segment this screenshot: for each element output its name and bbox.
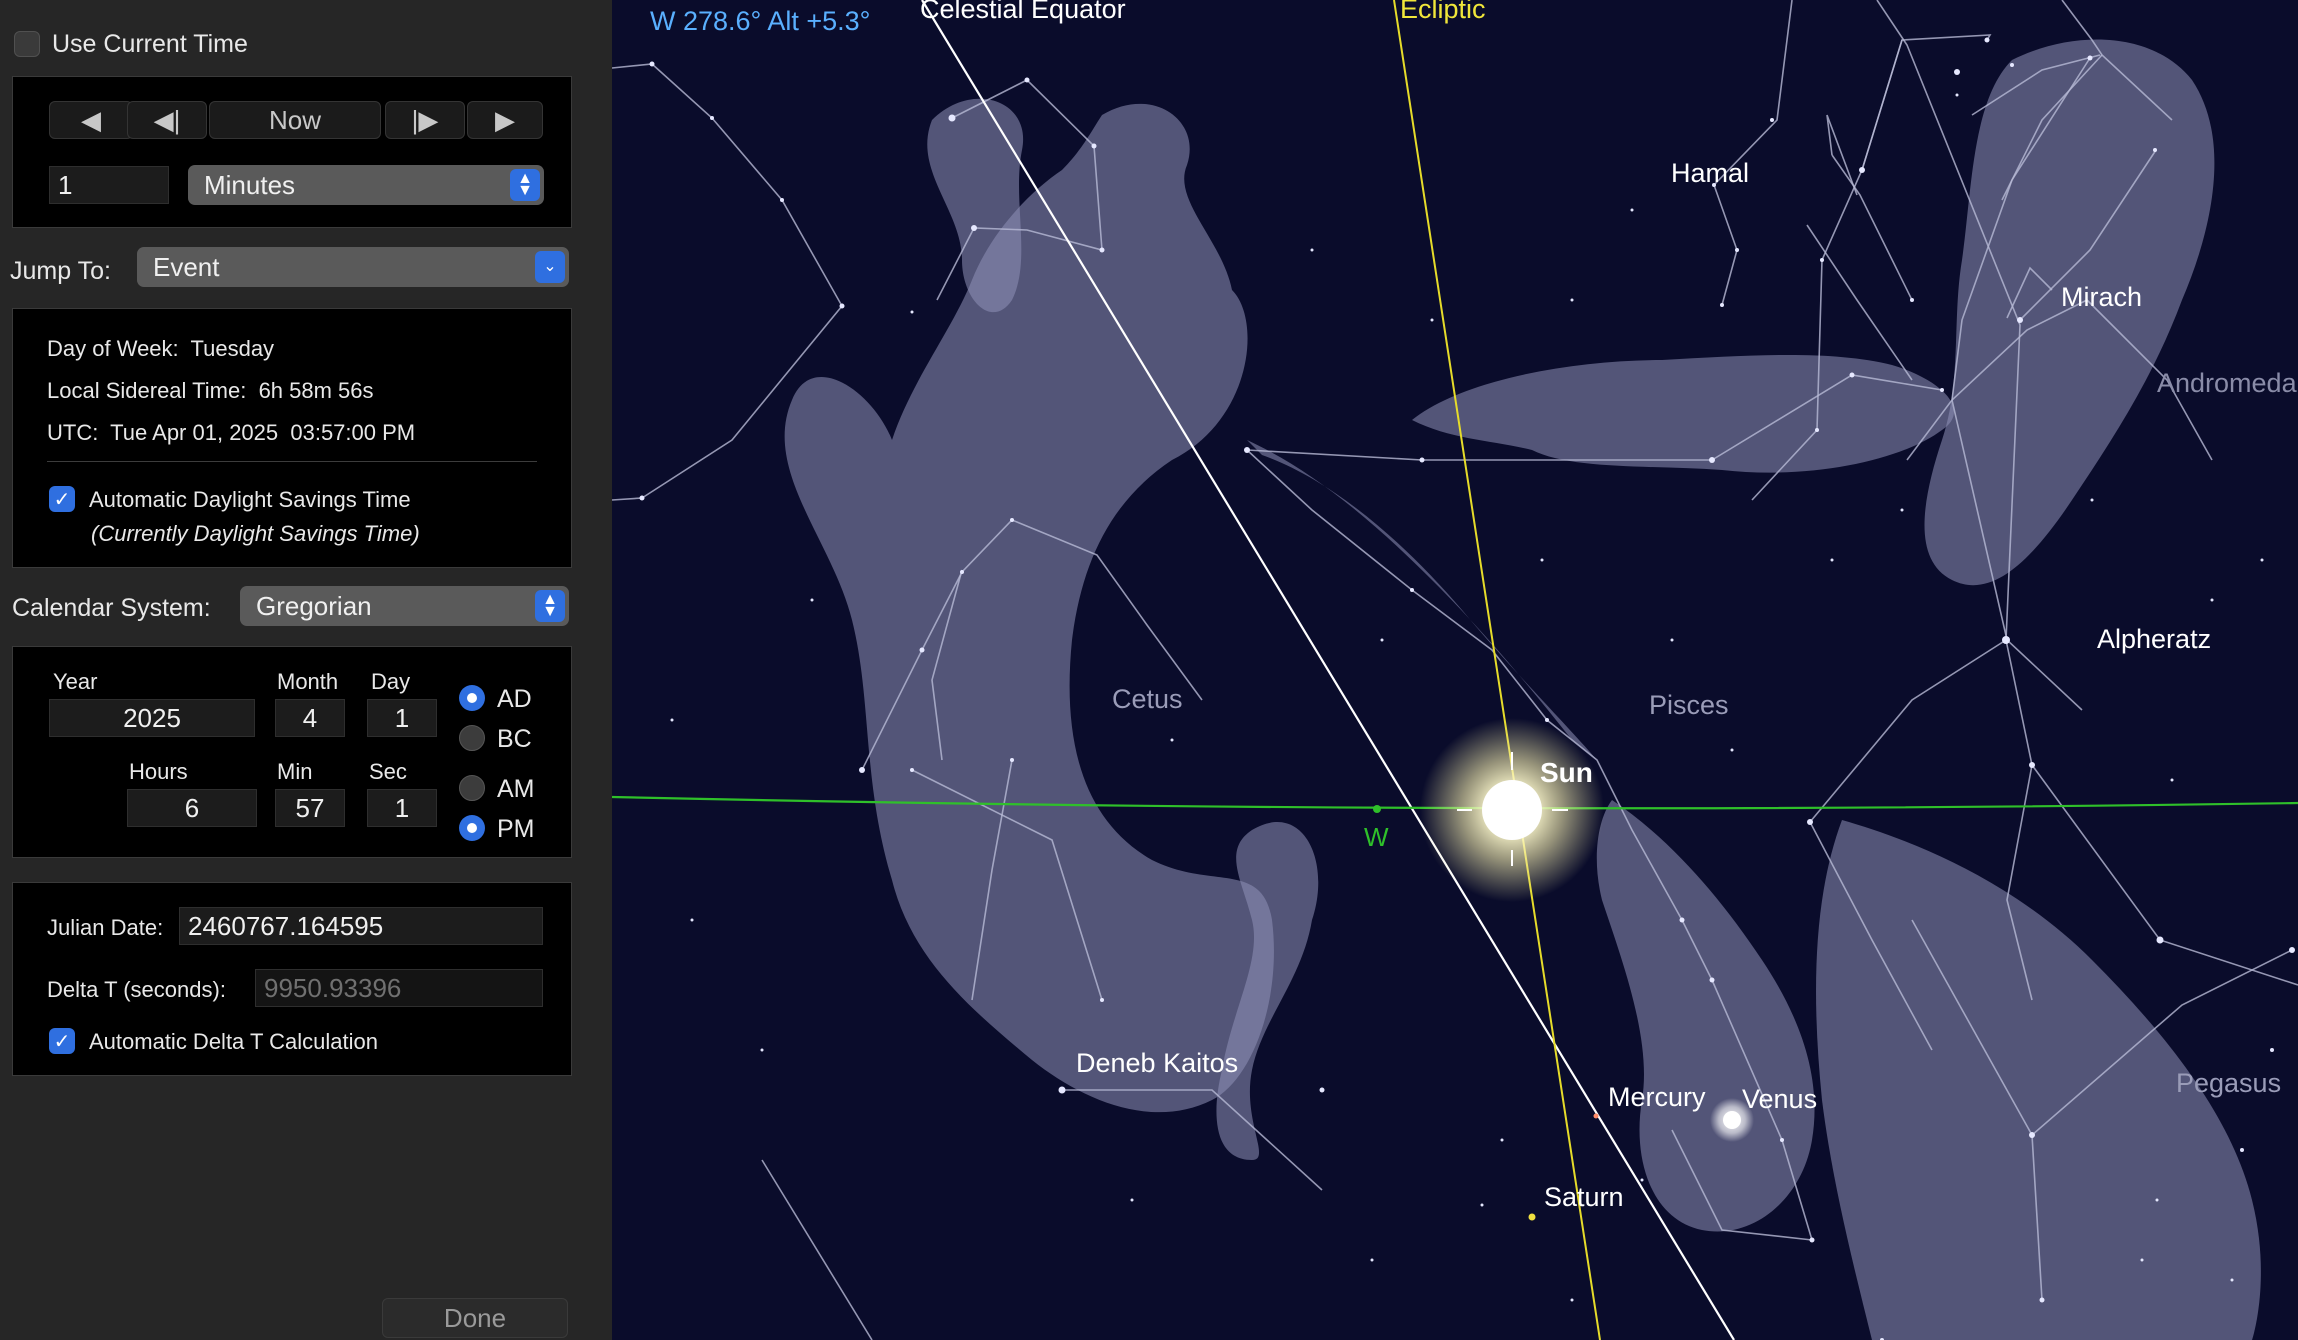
delta-t-input[interactable]: 9950.93396 xyxy=(255,969,543,1007)
auto-dst-label: Automatic Daylight Savings Time xyxy=(89,487,411,512)
bc-radio[interactable] xyxy=(459,725,485,751)
ad-label: AD xyxy=(497,685,532,713)
done-button[interactable]: Done xyxy=(382,1298,568,1338)
date-time-box: Year Month Day 2025 4 1 Hours Min Sec 6 … xyxy=(12,646,572,858)
ecliptic-label: Ecliptic xyxy=(1400,0,1486,24)
saturn-dot[interactable] xyxy=(1528,1213,1536,1221)
auto-delta-t-label: Automatic Delta T Calculation xyxy=(89,1029,378,1054)
auto-dst-checkbox[interactable]: ✓ xyxy=(49,486,75,512)
utc-value: Tue Apr 01, 2025 03:57:00 PM xyxy=(110,420,416,445)
julian-date-input[interactable]: 2460767.164595 xyxy=(179,907,543,945)
hours-label: Hours xyxy=(129,759,188,784)
year-label: Year xyxy=(53,669,98,694)
checkmark-icon: ✓ xyxy=(53,488,71,511)
bc-label: BC xyxy=(497,725,532,753)
step-unit-select[interactable]: Minutes ▲ ▼ xyxy=(188,165,544,205)
delta-t-label: Delta T (seconds): xyxy=(47,977,226,1002)
andromeda-figure xyxy=(1924,39,2215,586)
sidereal-time-label: Local Sidereal Time: xyxy=(47,378,247,403)
use-current-time-checkbox[interactable] xyxy=(14,31,40,57)
updown-chevron-icon: ▲ ▼ xyxy=(510,169,540,201)
year-input[interactable]: 2025 xyxy=(49,699,255,737)
mercury-dot[interactable] xyxy=(1593,1113,1599,1119)
planet-label-mercury[interactable]: Mercury xyxy=(1608,1082,1706,1112)
time-step-box: ◀ ◀| Now |▶ ▶ 1 Minutes ▲ ▼ xyxy=(12,76,572,228)
min-label: Min xyxy=(277,759,313,784)
utc-row: UTC: Tue Apr 01, 2025 03:57:00 PM xyxy=(47,420,415,446)
calendar-system-label: Calendar System: xyxy=(12,594,211,622)
use-current-time-label: Use Current Time xyxy=(52,30,248,58)
jump-to-value: Event xyxy=(153,251,220,282)
constellation-label-pisces[interactable]: Pisces xyxy=(1649,690,1729,720)
day-of-week-row: Day of Week: Tuesday xyxy=(47,336,274,362)
sec-label: Sec xyxy=(369,759,407,784)
step-unit-value: Minutes xyxy=(204,169,296,200)
play-back-icon: ◀ xyxy=(81,104,101,135)
time-settings-panel: Use Current Time ◀ ◀| Now |▶ ▶ 1 Minutes… xyxy=(0,0,612,1340)
chevron-down-icon: ⌄ xyxy=(535,251,565,283)
planet-label-sun[interactable]: Sun xyxy=(1540,757,1593,788)
sec-input[interactable]: 1 xyxy=(367,789,437,827)
pm-label: PM xyxy=(497,815,535,843)
pisces-cord xyxy=(1247,440,1597,760)
sky-chart-svg[interactable]: W 278.6° Alt +5.3° Celestial Equator Ecl… xyxy=(612,0,2298,1340)
step-forward-icon: |▶ xyxy=(411,104,439,135)
sun-disc[interactable] xyxy=(1482,780,1542,840)
constellation-label-andromeda[interactable]: Andromeda xyxy=(2157,368,2298,398)
play-back-button[interactable]: ◀ xyxy=(49,101,133,139)
calendar-system-value: Gregorian xyxy=(256,590,372,621)
day-input[interactable]: 1 xyxy=(367,699,437,737)
play-forward-icon: ▶ xyxy=(495,104,515,135)
time-info-box: Day of Week: Tuesday Local Sidereal Time… xyxy=(12,308,572,568)
celestial-equator-label: Celestial Equator xyxy=(920,0,1126,24)
checkmark-icon: ✓ xyxy=(53,1030,71,1053)
am-radio[interactable] xyxy=(459,775,485,801)
day-of-week-value: Tuesday xyxy=(190,336,275,361)
constellation-label-cetus[interactable]: Cetus xyxy=(1112,684,1183,714)
month-input[interactable]: 4 xyxy=(275,699,345,737)
calendar-system-select[interactable]: Gregorian ▲ ▼ xyxy=(240,586,569,626)
step-back-button[interactable]: ◀| xyxy=(127,101,207,139)
west-point-marker xyxy=(1373,805,1381,813)
step-back-icon: ◀| xyxy=(153,104,181,135)
step-amount-input[interactable]: 1 xyxy=(49,166,169,204)
cetus-head xyxy=(927,98,1024,313)
utc-label: UTC: xyxy=(47,420,99,445)
cursor-position-readout: W 278.6° Alt +5.3° xyxy=(650,6,870,36)
play-forward-button[interactable]: ▶ xyxy=(467,101,543,139)
pisces-fish-upper xyxy=(1412,355,1954,473)
star-label-alpheratz[interactable]: Alpheratz xyxy=(2097,624,2211,654)
cetus-figure xyxy=(784,103,1274,1113)
hours-input[interactable]: 6 xyxy=(127,789,257,827)
month-label: Month xyxy=(277,669,339,694)
star-label-hamal[interactable]: Hamal xyxy=(1671,158,1749,188)
planet-label-venus[interactable]: Venus xyxy=(1742,1084,1817,1114)
julian-date-label: Julian Date: xyxy=(47,915,164,940)
constellation-label-pegasus[interactable]: Pegasus xyxy=(2176,1068,2281,1098)
step-forward-button[interactable]: |▶ xyxy=(385,101,465,139)
jump-to-label: Jump To: xyxy=(10,257,111,285)
west-horizon-label: W xyxy=(1364,822,1389,852)
pm-radio[interactable] xyxy=(459,815,485,841)
sidereal-time-value: 6h 58m 56s xyxy=(258,378,374,403)
star-label-mirach[interactable]: Mirach xyxy=(2061,282,2142,312)
am-label: AM xyxy=(497,775,535,803)
jump-to-select[interactable]: Event ⌄ xyxy=(137,247,569,287)
day-of-week-label: Day of Week: xyxy=(47,336,179,361)
ecliptic-line xyxy=(1393,0,1601,1340)
updown-chevron-icon: ▲ ▼ xyxy=(535,590,565,622)
divider xyxy=(47,461,537,462)
dst-note: (Currently Daylight Savings Time) xyxy=(91,521,420,546)
star-label-deneb-kaitos[interactable]: Deneb Kaitos xyxy=(1076,1048,1238,1078)
sidereal-time-row: Local Sidereal Time: 6h 58m 56s xyxy=(47,378,374,404)
julian-date-box: Julian Date: 2460767.164595 Delta T (sec… xyxy=(12,882,572,1076)
sky-chart-view[interactable]: W 278.6° Alt +5.3° Celestial Equator Ecl… xyxy=(612,0,2298,1340)
min-input[interactable]: 57 xyxy=(275,789,345,827)
venus-disc[interactable] xyxy=(1723,1111,1741,1129)
now-button[interactable]: Now xyxy=(209,101,381,139)
planet-label-saturn[interactable]: Saturn xyxy=(1544,1182,1624,1212)
ad-radio[interactable] xyxy=(459,685,485,711)
day-label: Day xyxy=(371,669,411,694)
auto-delta-t-checkbox[interactable]: ✓ xyxy=(49,1028,75,1054)
